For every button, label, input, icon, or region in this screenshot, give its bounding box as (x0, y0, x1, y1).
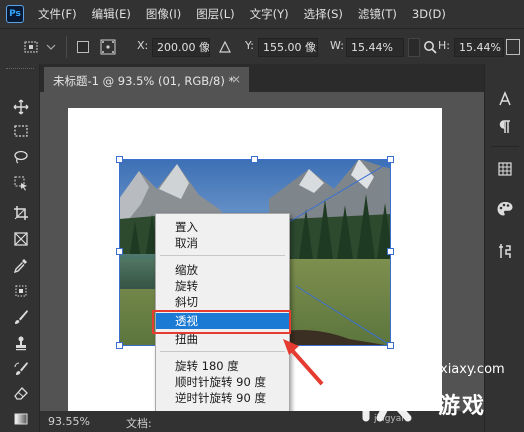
document-info-label[interactable]: 文档: (126, 415, 152, 431)
watermark-text: 游戏 (438, 394, 487, 419)
watermark-sub: jingyan (374, 414, 407, 424)
zoom-level[interactable]: 93.55% (48, 415, 90, 428)
site-watermark: xiaxy.com 游戏 jingyan (344, 348, 524, 432)
watermark-url: xiaxy.com (440, 362, 505, 377)
watermark-logo-icon (358, 358, 412, 422)
